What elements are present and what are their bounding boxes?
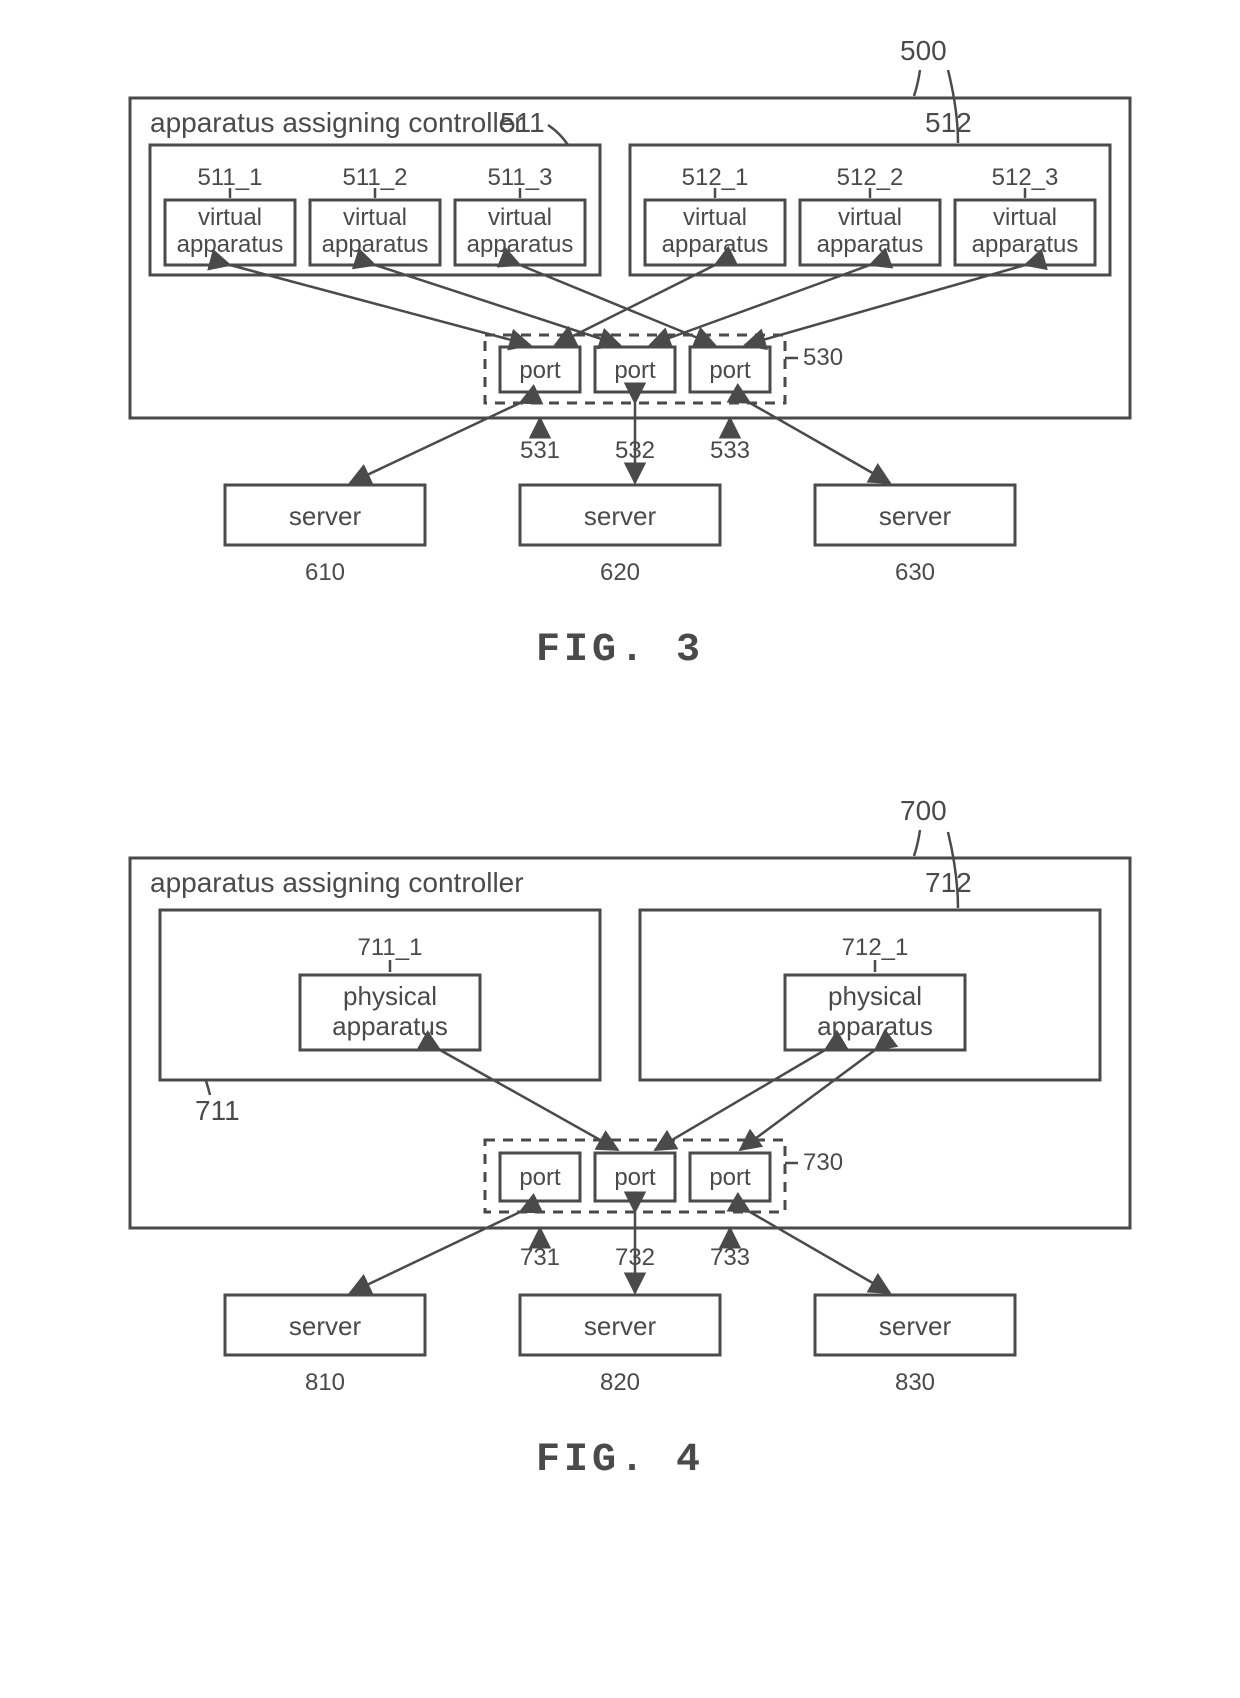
conn: [230, 265, 530, 345]
va-l1-line1: virtual: [198, 204, 262, 231]
port1-label: port: [519, 357, 561, 384]
port1-label: port: [519, 1164, 561, 1191]
va-r3-line2: apparatus: [972, 231, 1079, 258]
va-r1-line2: apparatus: [662, 231, 769, 258]
va-l1-line2: apparatus: [177, 231, 284, 258]
va-r2-line1: virtual: [838, 204, 902, 231]
pa-l-line2: apparatus: [332, 1011, 448, 1041]
va-l3-ref: 511_3: [488, 164, 553, 191]
fig4-caption: FIG. 4: [536, 1438, 704, 1483]
server1-ref: 610: [305, 559, 345, 586]
diagram-canvas: apparatus assigning controller 500 511 5…: [0, 0, 1240, 1698]
conn: [650, 265, 870, 345]
va-r2-ref: 512_2: [837, 164, 904, 191]
server2-label: server: [584, 1311, 657, 1341]
server3-label: server: [879, 501, 952, 531]
leader: [914, 70, 920, 96]
port3-label: port: [709, 1164, 751, 1191]
controller-ref: 500: [900, 35, 947, 66]
conn: [655, 1050, 825, 1150]
va-l2-line1: virtual: [343, 204, 407, 231]
controller-ref: 700: [900, 795, 947, 826]
va-l3-line1: virtual: [488, 204, 552, 231]
pa-r-line1: physical: [828, 981, 922, 1011]
va-l2-ref: 511_2: [343, 164, 408, 191]
conn: [750, 1212, 890, 1293]
conn: [750, 403, 890, 483]
port1-ref: 531: [520, 437, 560, 464]
va-r1-ref: 512_1: [682, 164, 749, 191]
controller-label: apparatus assigning controller: [150, 107, 524, 138]
server1-label: server: [289, 1311, 362, 1341]
conn: [350, 1212, 520, 1293]
leader: [914, 830, 920, 856]
server1-label: server: [289, 501, 362, 531]
pa-r-ref: 712_1: [842, 934, 909, 961]
va-l2-line2: apparatus: [322, 231, 429, 258]
group-left-ref: 511: [500, 107, 545, 138]
conn: [555, 265, 715, 345]
port2-label: port: [614, 1164, 656, 1191]
conn: [375, 265, 620, 345]
group-right-ref: 512: [925, 107, 972, 138]
leader: [548, 125, 568, 145]
conn: [745, 265, 1025, 345]
leader: [206, 1081, 210, 1095]
conn: [440, 1050, 618, 1150]
server1-ref: 810: [305, 1369, 345, 1396]
va-r3-line1: virtual: [993, 204, 1057, 231]
server3-label: server: [879, 1311, 952, 1341]
va-r2-line2: apparatus: [817, 231, 924, 258]
va-l1-ref: 511_1: [198, 164, 263, 191]
va-r3-ref: 512_3: [992, 164, 1059, 191]
server2-label: server: [584, 501, 657, 531]
server2-ref: 620: [600, 559, 640, 586]
va-l3-line2: apparatus: [467, 231, 574, 258]
ports-ref: 530: [803, 344, 843, 371]
port2-label: port: [614, 357, 656, 384]
server3-ref: 830: [895, 1369, 935, 1396]
group-left-ref: 711: [195, 1095, 240, 1126]
pa-r-line2: apparatus: [817, 1011, 933, 1041]
fig3-caption: FIG. 3: [536, 628, 704, 673]
port3-label: port: [709, 357, 751, 384]
pa-l-ref: 711_1: [358, 934, 423, 961]
server3-ref: 630: [895, 559, 935, 586]
figure4: apparatus assigning controller 700 711 7…: [130, 795, 1130, 1483]
port1-ref: 731: [520, 1244, 560, 1271]
group-right-ref: 712: [925, 867, 972, 898]
controller-label: apparatus assigning controller: [150, 867, 524, 898]
port3-ref: 533: [710, 437, 750, 464]
ports-ref: 730: [803, 1149, 843, 1176]
va-r1-line1: virtual: [683, 204, 747, 231]
figure3: apparatus assigning controller 500 511 5…: [130, 35, 1130, 673]
pa-l-line1: physical: [343, 981, 437, 1011]
port3-ref: 733: [710, 1244, 750, 1271]
server2-ref: 820: [600, 1369, 640, 1396]
conn: [740, 1050, 875, 1150]
conn: [350, 403, 520, 483]
